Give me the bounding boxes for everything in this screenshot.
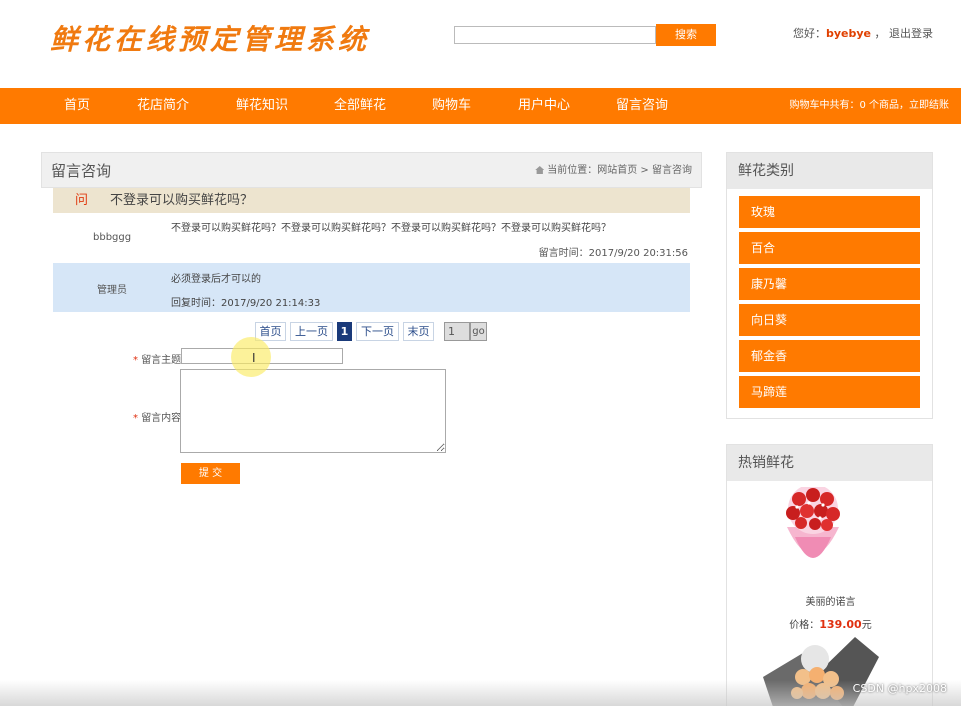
cursor-highlight — [231, 337, 271, 377]
content-label: * 留言内容: — [133, 409, 185, 424]
content-label-text: 留言内容: — [141, 413, 185, 424]
hot-flowers-panel: 热销鲜花 美丽的诺言 价格：139.00元 — [726, 444, 933, 706]
home-icon — [535, 166, 545, 174]
pager-next-button[interactable]: 下一页 — [356, 322, 399, 341]
bottom-fade — [0, 680, 961, 706]
nav-item-cart[interactable]: 购物车 — [432, 88, 471, 124]
subject-label: * 留言主题: — [133, 351, 185, 366]
reply-block: 管理员 必须登录后才可以的 回复时间：2017/9/20 21:14:33 — [53, 263, 690, 312]
hot-item-name[interactable]: 美丽的诺言 — [727, 593, 934, 608]
search-button[interactable]: 搜索 — [656, 24, 716, 46]
submit-button[interactable]: 提 交 — [181, 463, 240, 484]
message-panel: 留言咨询 当前位置：网站首页 > 留言咨询 问 不登录可以购买鲜花吗？ bbbg… — [41, 152, 702, 484]
nav-item-all-flowers[interactable]: 全部鲜花 — [334, 88, 386, 124]
breadcrumb: 当前位置：网站首页 > 留言咨询 — [535, 153, 692, 189]
logout-link[interactable]: 退出登录 — [889, 27, 933, 40]
question-tag: 问 — [75, 193, 89, 208]
hot-flowers-title: 热销鲜花 — [727, 445, 932, 481]
category-panel: 鲜花类别 玫瑰 百合 康乃馨 向日葵 郁金香 马蹄莲 — [726, 152, 933, 419]
nav-item-home[interactable]: 首页 — [64, 88, 90, 124]
search-input[interactable] — [454, 26, 656, 44]
panel-header: 留言咨询 当前位置：网站首页 > 留言咨询 — [41, 152, 702, 188]
pager-prev-button[interactable]: 上一页 — [290, 322, 333, 341]
greeting-label: 您好： — [792, 27, 826, 40]
text-cursor-icon: I — [252, 351, 256, 365]
separator: ， — [874, 27, 886, 40]
nav-item-knowledge[interactable]: 鲜花知识 — [236, 88, 288, 124]
pager-go-button[interactable]: go — [470, 322, 487, 341]
username-link[interactable]: byebye — [826, 27, 871, 40]
required-mark: * — [133, 355, 138, 366]
content-textarea[interactable] — [180, 369, 446, 453]
user-bar: 您好：byebye ， 退出登录 — [793, 25, 933, 41]
category-item-sunflower[interactable]: 向日葵 — [739, 304, 920, 336]
category-item-calla[interactable]: 马蹄莲 — [739, 376, 920, 408]
nav-item-about[interactable]: 花店简介 — [137, 88, 189, 124]
question-time: 留言时间：2017/9/20 20:31:56 — [538, 248, 688, 259]
cart-info-link[interactable]: 购物车中共有：0 个商品，立即结账 — [789, 88, 949, 124]
question-author: bbbggg — [93, 232, 132, 243]
page-title: 留言咨询 — [51, 162, 112, 180]
nav-item-messages[interactable]: 留言咨询 — [616, 88, 668, 124]
category-item-rose[interactable]: 玫瑰 — [739, 196, 920, 228]
hot-item-price: 价格：139.00元 — [727, 616, 934, 631]
price-unit: 元 — [861, 620, 872, 631]
subject-label-text: 留言主题: — [141, 355, 185, 366]
category-item-tulip[interactable]: 郁金香 — [739, 340, 920, 372]
main-nav: 首页 花店简介 鲜花知识 全部鲜花 购物车 用户中心 留言咨询 购物车中共有：0… — [0, 88, 961, 124]
nav-item-user-center[interactable]: 用户中心 — [518, 88, 570, 124]
pager-page-input[interactable]: 1 — [444, 322, 470, 341]
category-item-carnation[interactable]: 康乃馨 — [739, 268, 920, 300]
reply-content: 必须登录后才可以的 — [171, 274, 261, 285]
reply-time: 回复时间：2017/9/20 21:14:33 — [171, 298, 321, 309]
required-mark: * — [133, 413, 138, 424]
price-label: 价格： — [789, 620, 820, 631]
question-title: 不登录可以购买鲜花吗？ — [110, 193, 254, 208]
watermark: CSDN @hpx2008 — [852, 682, 947, 695]
question-title-bar: 问 不登录可以购买鲜花吗？ — [53, 188, 690, 213]
reply-author: 管理员 — [97, 285, 127, 296]
site-logo: 鲜花在线预定管理系统 — [50, 23, 371, 56]
question-content: 不登录可以购买鲜花吗？不登录可以购买鲜花吗？不登录可以购买鲜花吗？不登录可以购买… — [171, 223, 611, 234]
pager-last-button[interactable]: 末页 — [403, 322, 434, 341]
red-rose-bouquet-image[interactable] — [765, 487, 861, 577]
breadcrumb-text[interactable]: 当前位置：网站首页 > 留言咨询 — [547, 165, 692, 176]
pager-current-page[interactable]: 1 — [337, 322, 352, 341]
category-title: 鲜花类别 — [727, 153, 932, 189]
price-value: 139.00 — [819, 618, 862, 631]
category-item-lily[interactable]: 百合 — [739, 232, 920, 264]
